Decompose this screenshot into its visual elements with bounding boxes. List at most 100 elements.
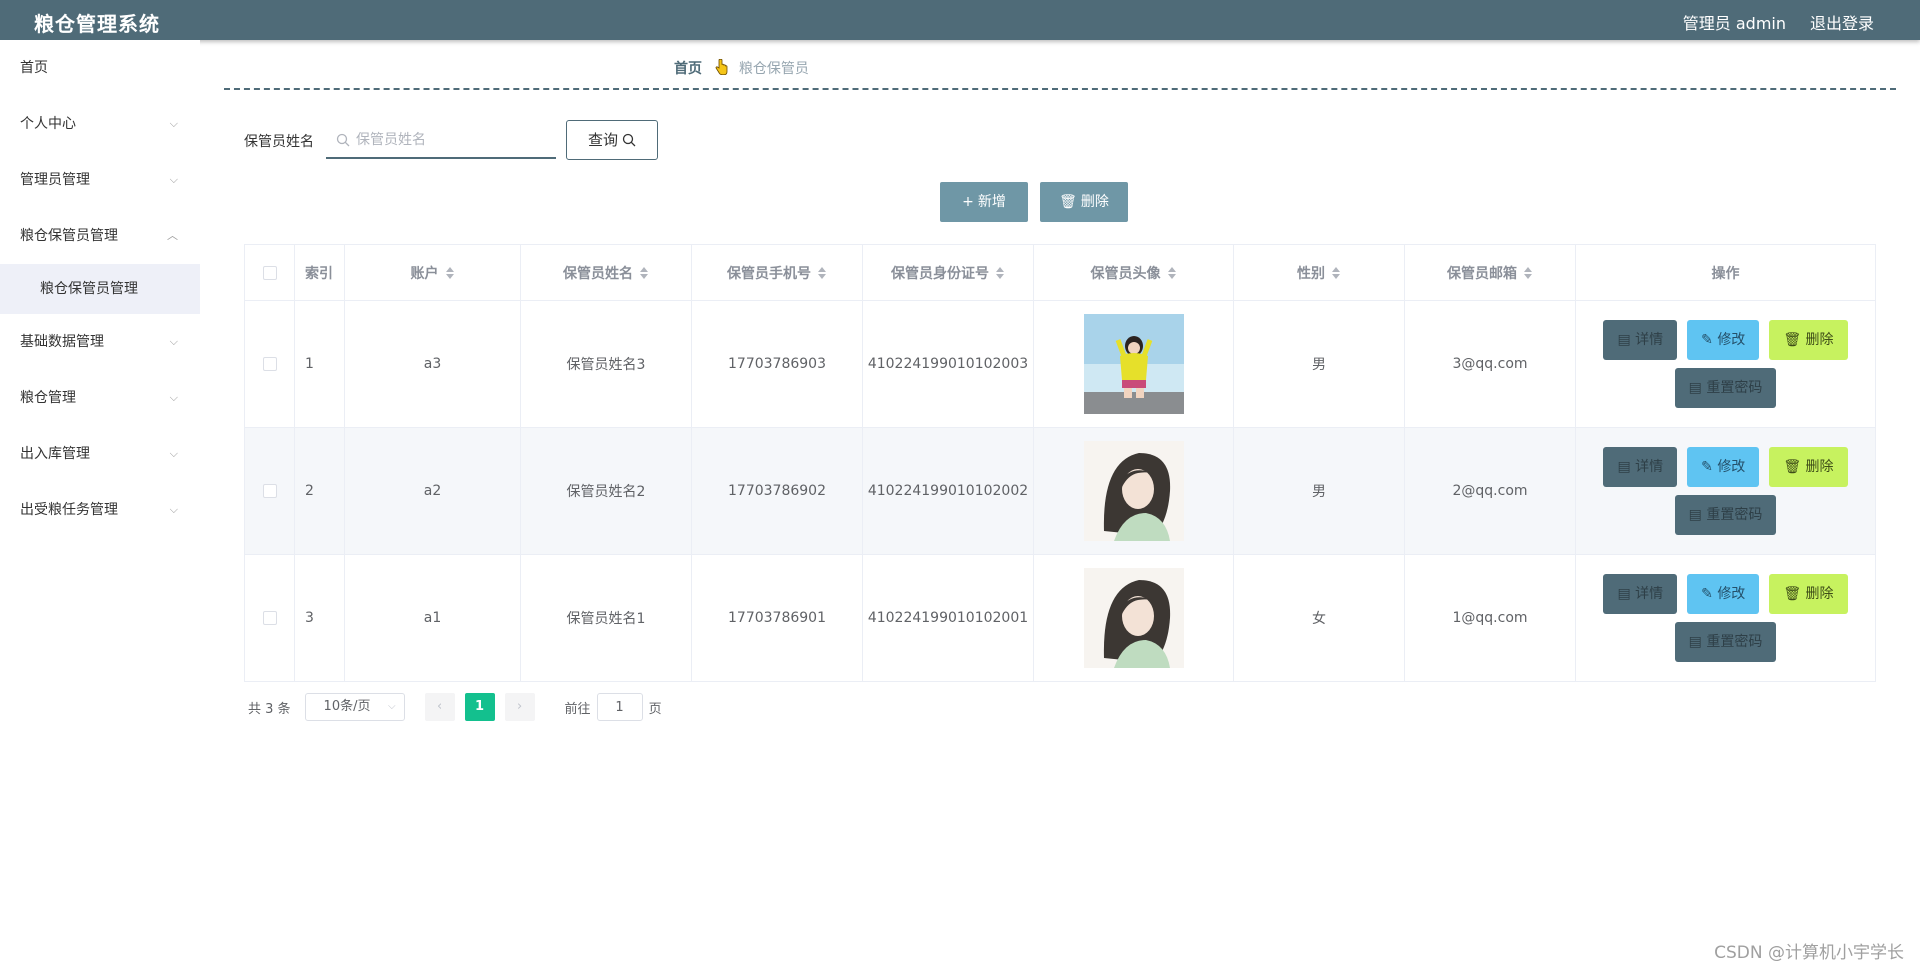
cell-index: 3 xyxy=(295,555,345,681)
document-icon: ▤ xyxy=(1688,380,1707,396)
chevron-left-icon: ‹ xyxy=(436,699,443,714)
sidebar: 首页 个人中心 ⌵ 管理员管理 ⌵ 粮仓保管员管理 ︿ 粮仓保管员管理 基础数据管理 ⌵… xyxy=(0,40,200,969)
detail-label: 详情 xyxy=(1635,332,1664,348)
cell-operations: ▤ 详情 ✎ 修改 🗑 删除 ▤ 重置密码 xyxy=(1576,301,1875,427)
detail-button[interactable]: ▤ 详情 xyxy=(1603,574,1678,614)
cell-email: 1@qq.com xyxy=(1405,555,1576,681)
breadcrumb-home[interactable]: 首页 xyxy=(674,61,702,77)
chevron-down-icon: ⌵ xyxy=(169,391,178,404)
sidebar-item-admin-management[interactable]: 管理员管理 ⌵ xyxy=(0,152,200,208)
sidebar-item-personal-center[interactable]: 个人中心 ⌵ xyxy=(0,96,200,152)
header-idcard[interactable]: 保管员身份证号 xyxy=(863,245,1034,300)
page-size-select[interactable]: 10条/页 ⌵ xyxy=(304,693,405,721)
avatar[interactable] xyxy=(1083,314,1184,414)
operation-buttons: ▤ 详情 ✎ 修改 🗑 删除 xyxy=(1603,320,1848,360)
batch-delete-button[interactable]: 🗑 删除 xyxy=(1040,182,1128,222)
user-info: 管理员 admin xyxy=(1682,14,1786,33)
delete-label: 删除 xyxy=(1805,332,1834,348)
cell-sex: 男 xyxy=(1234,301,1405,427)
chevron-down-icon: ⌵ xyxy=(387,701,396,712)
header-index: 索引 xyxy=(295,245,345,300)
header-email[interactable]: 保管员邮箱 xyxy=(1405,245,1576,300)
sidebar-item-keeper-management[interactable]: 粮仓保管员管理 ︿ xyxy=(0,208,200,264)
breadcrumb: 首页 粮仓保管员 xyxy=(674,58,809,78)
pagination: 共 3 条 10条/页 ⌵ ‹ 1 › 前往 页 xyxy=(248,692,662,722)
sidebar-item-label: 粮仓保管员管理 xyxy=(20,228,118,244)
row-checkbox[interactable] xyxy=(262,611,277,625)
reset-password-button[interactable]: ▤ 重置密码 xyxy=(1674,622,1777,662)
prev-page-button[interactable]: ‹ xyxy=(424,693,455,721)
cell-account: a2 xyxy=(345,428,521,554)
cell-avatar xyxy=(1034,301,1234,427)
header-avatar[interactable]: 保管员头像 xyxy=(1034,245,1234,300)
sort-icon xyxy=(818,266,826,279)
reset-password-label: 重置密码 xyxy=(1706,507,1763,523)
edit-button[interactable]: ✎ 修改 xyxy=(1687,320,1760,360)
sidebar-item-label: 首页 xyxy=(20,60,48,76)
detail-button[interactable]: ▤ 详情 xyxy=(1603,447,1678,487)
add-button-label: 新增 xyxy=(977,194,1006,210)
sort-icon xyxy=(1332,266,1340,279)
delete-label: 删除 xyxy=(1805,586,1834,602)
header-sex[interactable]: 性别 xyxy=(1234,245,1405,300)
sidebar-item-grain-task-management[interactable]: 出受粮任务管理 ⌵ xyxy=(0,482,200,538)
table-row: 3 a1 保管员姓名1 17703786901 4102241990101020… xyxy=(245,554,1875,681)
app-title: 粮仓管理系统 xyxy=(34,12,160,36)
sidebar-item-inout-management[interactable]: 出入库管理 ⌵ xyxy=(0,426,200,482)
chevron-down-icon: ⌵ xyxy=(169,335,178,348)
column-header-label: 账户 xyxy=(410,265,439,282)
breadcrumb-current: 粮仓保管员 xyxy=(738,61,809,77)
chevron-right-icon: › xyxy=(516,699,523,714)
search-input[interactable] xyxy=(356,127,552,153)
avatar[interactable] xyxy=(1083,568,1184,668)
edit-button[interactable]: ✎ 修改 xyxy=(1687,447,1760,487)
cell-idcard: 410224199010102001 xyxy=(863,555,1034,681)
sidebar-item-label: 粮仓管理 xyxy=(20,390,76,406)
logout-link[interactable]: 退出登录 xyxy=(1810,10,1874,34)
document-icon: ▤ xyxy=(1688,634,1707,650)
sidebar-item-label: 出入库管理 xyxy=(20,446,90,462)
next-page-button[interactable]: › xyxy=(504,693,535,721)
sidebar-item-label: 管理员管理 xyxy=(20,172,90,188)
detail-button[interactable]: ▤ 详情 xyxy=(1603,320,1678,360)
select-all-checkbox[interactable] xyxy=(262,265,277,280)
watermark: CSDN @计算机小宇学长 xyxy=(1714,943,1904,963)
goto-page-input[interactable] xyxy=(596,693,643,721)
sidebar-item-granary-management[interactable]: 粮仓管理 ⌵ xyxy=(0,370,200,426)
delete-button[interactable]: 🗑 删除 xyxy=(1769,320,1848,360)
header-name[interactable]: 保管员姓名 xyxy=(521,245,692,300)
query-button[interactable]: 查询 xyxy=(566,120,658,160)
sidebar-item-label: 出受粮任务管理 xyxy=(20,502,118,518)
column-header-label: 保管员手机号 xyxy=(727,265,811,282)
cell-name: 保管员姓名2 xyxy=(521,428,692,554)
sidebar-item-label: 基础数据管理 xyxy=(20,334,104,350)
page-number-button[interactable]: 1 xyxy=(464,693,495,721)
row-checkbox[interactable] xyxy=(262,484,277,498)
row-checkbox[interactable] xyxy=(262,357,277,371)
column-header-label: 保管员姓名 xyxy=(563,265,633,282)
cell-operations: ▤ 详情 ✎ 修改 🗑 删除 ▤ 重置密码 xyxy=(1576,428,1875,554)
header-account[interactable]: 账户 xyxy=(345,245,521,300)
sidebar-subitem-keeper-management[interactable]: 粮仓保管员管理 xyxy=(0,264,200,314)
keeper-table: 索引 账户 保管员姓名 保管员手机号 保管员身份证号 保管员头像 性别 保管员邮… xyxy=(244,244,1876,682)
delete-button[interactable]: 🗑 删除 xyxy=(1769,447,1848,487)
trash-icon: 🗑 xyxy=(1783,332,1806,348)
edit-label: 修改 xyxy=(1717,459,1746,475)
cell-sex: 女 xyxy=(1234,555,1405,681)
sidebar-item-home[interactable]: 首页 xyxy=(0,40,200,96)
delete-button[interactable]: 🗑 删除 xyxy=(1769,574,1848,614)
reset-password-button[interactable]: ▤ 重置密码 xyxy=(1674,495,1777,535)
batch-delete-label: 删除 xyxy=(1080,194,1109,210)
search-icon xyxy=(336,133,350,147)
sidebar-item-basic-data[interactable]: 基础数据管理 ⌵ xyxy=(0,314,200,370)
avatar[interactable] xyxy=(1083,441,1184,541)
reset-password-button[interactable]: ▤ 重置密码 xyxy=(1674,368,1777,408)
add-button[interactable]: + 新增 xyxy=(940,182,1028,222)
edit-button[interactable]: ✎ 修改 xyxy=(1687,574,1760,614)
cell-idcard: 410224199010102003 xyxy=(863,301,1034,427)
operation-buttons: ▤ 详情 ✎ 修改 🗑 删除 xyxy=(1603,447,1848,487)
cell-index: 2 xyxy=(295,428,345,554)
column-header-label: 性别 xyxy=(1297,265,1325,282)
cell-email: 3@qq.com xyxy=(1405,301,1576,427)
header-phone[interactable]: 保管员手机号 xyxy=(692,245,863,300)
